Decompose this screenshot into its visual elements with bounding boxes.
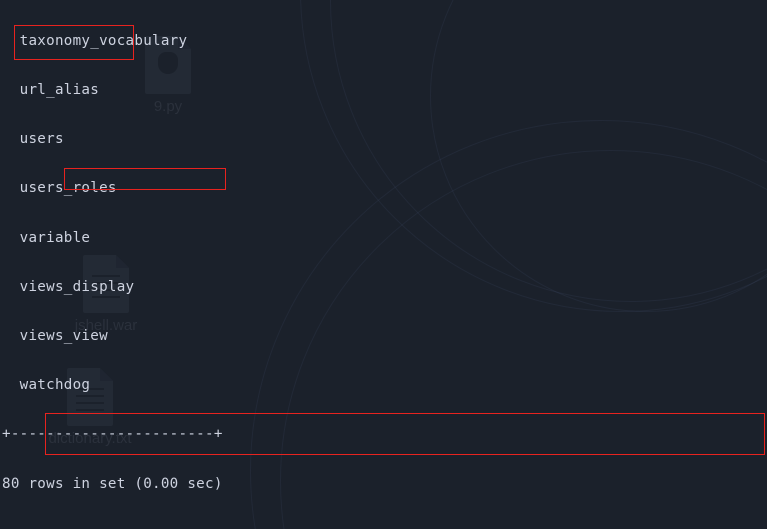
row-count-status: 80 rows in set (0.00 sec) (2, 475, 223, 492)
select-command-highlight[interactable] (64, 168, 226, 190)
admin-row-highlight[interactable] (45, 413, 765, 455)
table-list-item: variable (2, 229, 91, 246)
table-list-item: watchdog (2, 377, 91, 394)
table-list-item: views_view (2, 328, 108, 345)
terminal-window[interactable]: 9.py jshell.war dictionary.txt taxonomy_… (0, 0, 767, 529)
table-list-item: url_alias (2, 82, 100, 99)
table-list-item: views_display (2, 278, 135, 295)
users-tables-highlight[interactable] (14, 25, 134, 60)
table-list-item-users: users (2, 131, 64, 148)
